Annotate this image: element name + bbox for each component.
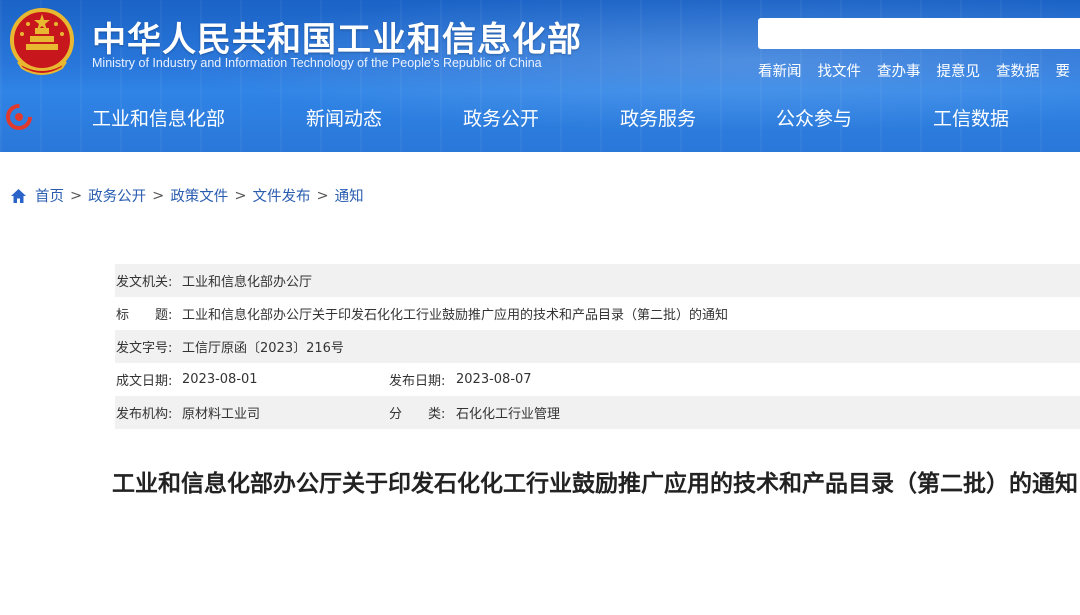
quick-link-data[interactable]: 查数据 — [996, 60, 1040, 81]
title-value: 工业和信息化部办公厅关于印发石化化工行业鼓励推广应用的技术和产品目录（第二批）的… — [182, 308, 729, 323]
doc-no-label: 发文字号: — [116, 341, 173, 356]
published-date-value: 2023-08-07 — [456, 372, 532, 387]
nav-item-gov-affairs[interactable]: 政务公开 — [463, 104, 539, 131]
breadcrumb-separator: > — [152, 187, 165, 204]
info-row-title: 标 题: 工业和信息化部办公厅关于印发石化化工行业鼓励推广应用的技术和产品目录（… — [115, 297, 1080, 330]
title-label: 标 题: — [116, 308, 173, 323]
national-emblem-icon[interactable] — [8, 6, 76, 78]
document-title: 工业和信息化部办公厅关于印发石化化工行业鼓励推广应用的技术和产品目录（第二批）的… — [112, 471, 1078, 497]
info-row-dates: 成文日期: 2023-08-01 发布日期: 2023-08-07 — [115, 363, 1080, 396]
agency-value: 原材料工业司 — [182, 407, 261, 422]
site-header: 中华人民共和国工业和信息化部 Ministry of Industry and … — [0, 0, 1080, 152]
nav-item-ministry[interactable]: 工业和信息化部 — [92, 104, 225, 131]
breadcrumb-separator: > — [70, 187, 83, 204]
quick-link-feedback[interactable]: 提意见 — [937, 60, 981, 81]
info-row-doc-no: 发文字号: 工信厅原函〔2023〕216号 — [115, 330, 1080, 363]
ministry-logo-icon — [6, 104, 32, 130]
nav-item-data[interactable]: 工信数据 — [933, 104, 1009, 131]
breadcrumb-notice[interactable]: 通知 — [335, 185, 364, 206]
created-date-value: 2023-08-01 — [182, 372, 258, 387]
quick-link-more[interactable]: 要 — [1056, 60, 1071, 81]
site-subtitle: Ministry of Industry and Information Tec… — [92, 56, 542, 70]
breadcrumb-home[interactable]: 首页 — [35, 185, 64, 206]
quick-link-files[interactable]: 找文件 — [818, 60, 862, 81]
agency-label: 发布机构: — [116, 407, 173, 422]
category-label: 分 类: — [389, 407, 446, 422]
breadcrumb: 首页 > 政务公开 > 政策文件 > 文件发布 > 通知 — [10, 185, 364, 206]
breadcrumb-file-release[interactable]: 文件发布 — [252, 185, 310, 206]
breadcrumb-separator: > — [316, 187, 329, 204]
breadcrumb-separator: > — [234, 187, 247, 204]
issuer-label: 发文机关: — [116, 275, 173, 290]
main-nav: 工业和信息化部 新闻动态 政务公开 政务服务 公众参与 工信数据 — [0, 84, 1080, 148]
nav-item-news[interactable]: 新闻动态 — [306, 104, 382, 131]
site-title[interactable]: 中华人民共和国工业和信息化部 — [92, 12, 582, 61]
quick-links: 看新闻 找文件 查办事 提意见 查数据 要 — [758, 60, 1070, 81]
breadcrumb-gov-affairs[interactable]: 政务公开 — [88, 185, 146, 206]
info-row-agency: 发布机构: 原材料工业司 分 类: 石化化工行业管理 — [115, 396, 1080, 429]
issuer-value: 工业和信息化部办公厅 — [182, 275, 313, 290]
published-date-label: 发布日期: — [389, 374, 446, 389]
home-icon[interactable] — [10, 188, 27, 204]
created-date-label: 成文日期: — [116, 374, 173, 389]
document-info-table: 发文机关: 工业和信息化部办公厅 标 题: 工业和信息化部办公厅关于印发石化化工… — [115, 264, 1080, 429]
info-row-issuer: 发文机关: 工业和信息化部办公厅 — [115, 264, 1080, 297]
breadcrumb-policy-files[interactable]: 政策文件 — [170, 185, 228, 206]
quick-link-services[interactable]: 查办事 — [877, 60, 921, 81]
nav-item-gov-services[interactable]: 政务服务 — [620, 104, 696, 131]
category-value: 石化化工行业管理 — [456, 407, 561, 422]
quick-link-news[interactable]: 看新闻 — [758, 60, 802, 81]
search-input[interactable] — [758, 18, 1080, 49]
doc-no-value: 工信厅原函〔2023〕216号 — [182, 341, 344, 356]
nav-item-participation[interactable]: 公众参与 — [776, 104, 852, 131]
